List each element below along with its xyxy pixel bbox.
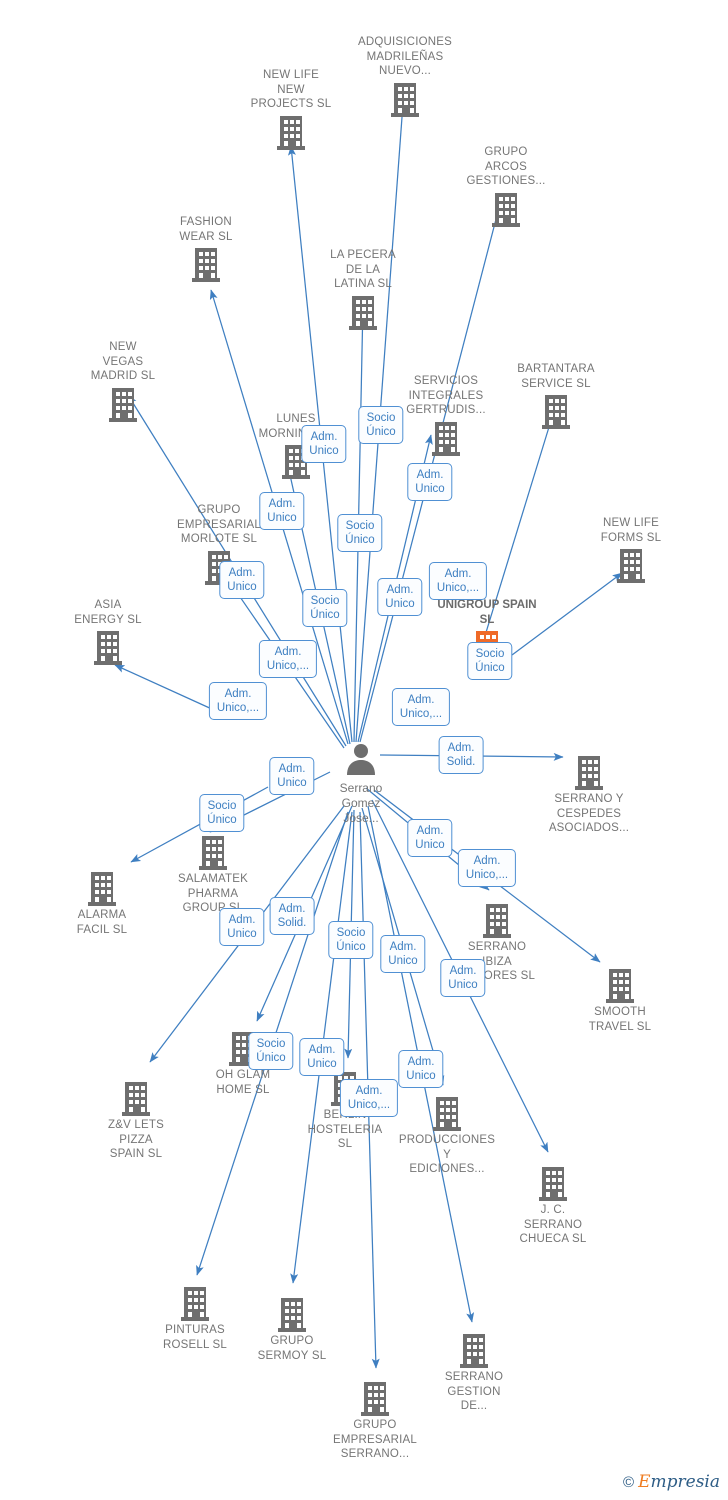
person-label: Serrano Gomez Jose... [339,781,383,825]
building-icon [437,900,557,940]
building-icon [315,1378,435,1418]
building-icon [63,384,183,424]
brand-name: Empresia [638,1472,720,1492]
company-label: ASIA ENERGY SL [74,599,142,626]
relationship-tag-t12[interactable]: Adm. Unico,... [208,682,268,720]
company-label: SMOOTH TRAVEL SL [588,1006,652,1033]
company-node-fashionwear[interactable]: FASHION WEAR SL [146,215,266,284]
relationship-tag-t8[interactable]: Adm. Unico [377,578,423,616]
relationship-tag-t18[interactable]: Adm. Unico,... [457,849,517,887]
relationship-tag-t22[interactable]: Adm. Unico [380,935,426,973]
building-icon [387,1093,507,1133]
relationship-tag-t15[interactable]: Adm. Unico [269,757,315,795]
relationship-tag-t9[interactable]: Adm. Unico,... [428,562,488,600]
building-icon [42,868,162,908]
company-label: J. C. SERRANO CHUECA SL [519,1204,587,1245]
relationship-tag-t6[interactable]: Adm. Unico [219,561,265,599]
empresia-watermark: © Empresia [623,1472,720,1492]
company-label: UNIGROUP SPAIN SL [437,599,537,626]
company-node-grupoempserrano[interactable]: GRUPO EMPRESARIAL SERRANO... [315,1378,435,1462]
company-node-lapecera[interactable]: LA PECERA DE LA LATINA SL [303,248,423,332]
company-node-smoothtravel[interactable]: SMOOTH TRAVEL SL [560,965,680,1034]
company-node-asiaenergy[interactable]: ASIA ENERGY SL [48,598,168,667]
company-label: PRODUCCIONES Y EDICIONES... [398,1134,496,1175]
relationship-tag-t1[interactable]: Adm. Unico [301,425,347,463]
company-node-alarmafacil[interactable]: ALARMA FACIL SL [42,868,162,937]
relationship-tag-t17[interactable]: Adm. Unico [407,819,453,857]
relationship-tag-t5[interactable]: Socio Único [337,514,383,552]
building-icon [48,627,168,667]
relationship-tag-t4[interactable]: Adm. Unico [259,492,305,530]
company-node-serviciosint[interactable]: SERVICIOS INTEGRALES GERTRUDIS... [386,374,506,458]
person-icon [306,742,416,781]
building-icon [303,292,423,332]
building-icon [496,391,616,431]
company-node-grupoarcos[interactable]: GRUPO ARCOS GESTIONES... [446,145,566,229]
company-node-serranocespedes[interactable]: SERRANO Y CESPEDES ASOCIADOS... [529,752,649,836]
building-icon [232,1294,352,1334]
company-label: GRUPO EMPRESARIAL SERRANO... [332,1419,417,1460]
building-icon [153,832,273,872]
company-label: ALARMA FACIL SL [76,909,128,936]
company-label: ADQUISICIONES MADRILEÑAS NUEVO... [358,36,452,77]
building-icon [345,79,465,119]
company-label: GRUPO ARCOS GESTIONES... [466,146,546,187]
company-node-bartantara[interactable]: BARTANTARA SERVICE SL [496,362,616,431]
company-label: NEW LIFE FORMS SL [600,517,662,544]
building-icon [493,1163,613,1203]
building-icon [446,189,566,229]
company-node-adquisiciones[interactable]: ADQUISICIONES MADRILEÑAS NUEVO... [345,35,465,119]
relationship-tag-t20[interactable]: Adm. Solid. [269,897,315,935]
building-icon [76,1078,196,1118]
relationship-tag-t14[interactable]: Adm. Solid. [438,736,484,774]
company-label: NEW LIFE NEW PROJECTS SL [250,69,332,110]
company-node-producciones[interactable]: PRODUCCIONES Y EDICIONES... [387,1093,507,1177]
relationship-tag-t19[interactable]: Adm. Unico [219,908,265,946]
building-icon [560,965,680,1005]
relationship-tag-t7[interactable]: Socio Único [302,589,348,627]
relationship-tag-t3[interactable]: Adm. Unico [407,463,453,501]
edge-person-to-asiaenergy [114,664,215,711]
company-label: SERRANO Y CESPEDES ASOCIADOS... [548,793,630,834]
building-icon [231,112,351,152]
building-icon [414,1330,534,1370]
relationship-tag-t13[interactable]: Adm. Unico,... [391,688,451,726]
company-node-zvlets[interactable]: Z&V LETS PIZZA SPAIN SL [76,1078,196,1162]
relationship-tag-t26[interactable]: Adm. Unico [398,1050,444,1088]
relationship-tag-t2[interactable]: Socio Único [358,406,404,444]
building-icon [146,244,266,284]
company-label: Z&V LETS PIZZA SPAIN SL [108,1119,164,1160]
building-icon [529,752,649,792]
relationship-tag-t27[interactable]: Adm. Unico,... [339,1079,399,1117]
person-node-serrano-gomez-jose[interactable]: Serrano Gomez Jose... [306,742,416,826]
company-label: LA PECERA DE LA LATINA SL [330,249,396,290]
relationship-tag-t11[interactable]: Adm. Unico,... [258,640,318,678]
relationship-tag-t10[interactable]: Socio Único [467,642,513,680]
relationship-tag-t25[interactable]: Adm. Unico [299,1038,345,1076]
relationship-tag-t16[interactable]: Socio Único [199,794,245,832]
relationship-tag-t23[interactable]: Adm. Unico [440,959,486,997]
company-node-jcserrano[interactable]: J. C. SERRANO CHUECA SL [493,1163,613,1247]
company-label: BARTANTARA SERVICE SL [517,363,595,390]
building-icon [386,418,506,458]
relationship-tag-t21[interactable]: Socio Único [328,921,374,959]
company-label: GRUPO SERMOY SL [257,1335,327,1362]
company-node-newvegas[interactable]: NEW VEGAS MADRID SL [63,340,183,424]
relationship-tag-t24[interactable]: Socio Único [248,1032,294,1070]
network-diagram-canvas[interactable]: ADQUISICIONES MADRILEÑAS NUEVO... NEW LIF… [0,0,728,1500]
company-node-newlifeforms[interactable]: NEW LIFE FORMS SL [571,516,691,585]
company-label: NEW VEGAS MADRID SL [90,341,156,382]
company-node-salamatek[interactable]: SALAMATEK PHARMA GROUP SL [153,832,273,916]
copyright-symbol: © [623,1473,635,1491]
company-node-sermoy[interactable]: GRUPO SERMOY SL [232,1294,352,1363]
company-label: SERVICIOS INTEGRALES GERTRUDIS... [406,375,486,416]
company-node-newlifeprojects[interactable]: NEW LIFE NEW PROJECTS SL [231,68,351,152]
building-icon [571,545,691,585]
company-label: FASHION WEAR SL [179,216,233,243]
